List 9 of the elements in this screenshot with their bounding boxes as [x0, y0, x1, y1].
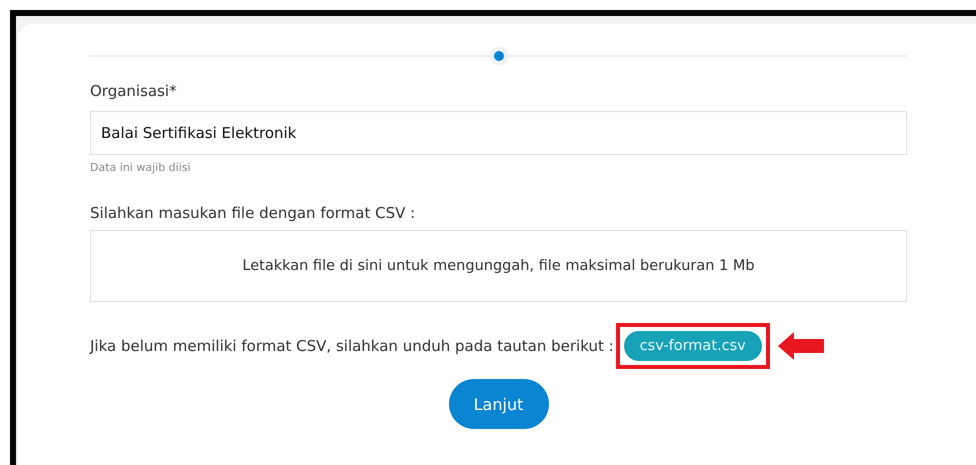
- template-text: Jika belum memiliki format CSV, silahkan unduh pada tautan berikut :: [90, 337, 614, 355]
- next-button[interactable]: Lanjut: [448, 379, 548, 429]
- upload-label: Silahkan masukan file dengan format CSV :: [90, 204, 416, 222]
- arrow-icon: [778, 331, 824, 361]
- helper-text: Data ini wajib diisi: [90, 161, 192, 174]
- step-dot: [494, 51, 504, 61]
- organization-field[interactable]: Balai Sertifikasi Elektronik: [90, 111, 907, 155]
- file-dropzone[interactable]: Letakkan file di sini untuk mengunggah, file maksimal berukuran 1 Mb: [90, 230, 907, 302]
- field-label: Organisasi*: [90, 82, 178, 100]
